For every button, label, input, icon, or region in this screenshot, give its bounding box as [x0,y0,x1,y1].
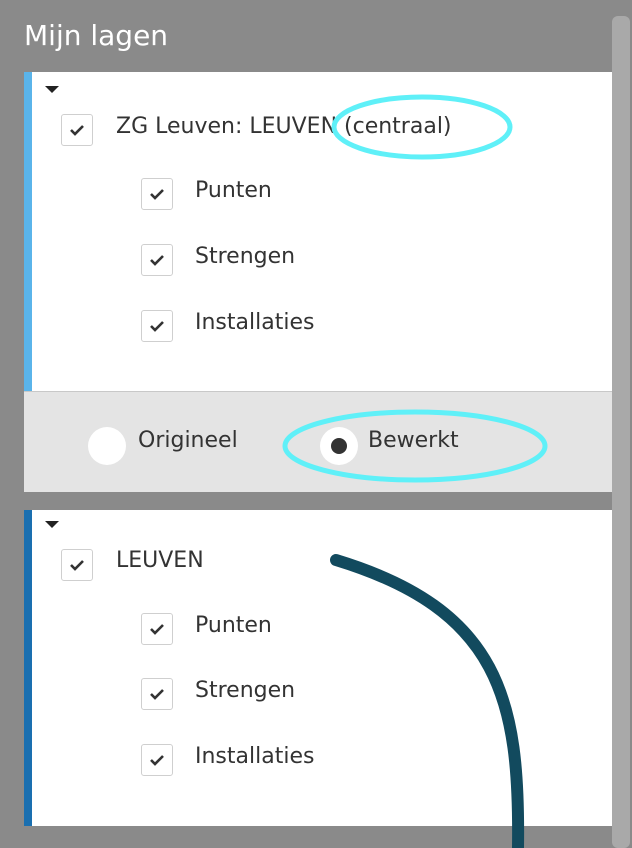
layer-checkbox[interactable] [61,114,93,146]
scrollbar[interactable] [612,16,630,848]
radio-label-bewerkt[interactable]: Bewerkt [368,428,459,453]
sublayer-label-strengen: Strengen [195,244,296,269]
layer-title: ZG Leuven: LEUVEN (centraal) [116,114,452,139]
layer-mode-bar: Origineel Bewerkt [24,391,612,492]
sublayer-checkbox-strengen[interactable] [141,678,173,710]
radio-origineel[interactable] [88,427,126,465]
sublayer-label-punten: Punten [195,178,272,203]
sublayer-label-installaties: Installaties [195,310,315,335]
sublayer-checkbox-strengen[interactable] [141,244,173,276]
sublayer-checkbox-punten[interactable] [141,613,173,645]
panel-title: Mijn lagen [24,19,169,52]
layer-checkbox[interactable] [61,549,93,581]
layer-accent-bar [24,510,32,826]
sublayer-label-strengen: Strengen [195,678,296,703]
sublayer-checkbox-punten[interactable] [141,178,173,210]
layer-group-1: ZG Leuven: LEUVEN (centraal) Punten Stre… [24,72,612,492]
panel-header: Mijn lagen [0,0,612,72]
layer-group-2: LEUVEN Punten Strengen Installaties [24,510,612,826]
radio-label-origineel[interactable]: Origineel [138,428,238,453]
collapse-caret-icon[interactable] [45,86,59,93]
sublayer-label-installaties: Installaties [195,744,315,769]
collapse-caret-icon[interactable] [45,521,59,528]
radio-bewerkt[interactable] [320,427,358,465]
sublayer-label-punten: Punten [195,613,272,638]
layer-title: LEUVEN [116,548,204,573]
sublayer-checkbox-installaties[interactable] [141,744,173,776]
sublayer-checkbox-installaties[interactable] [141,310,173,342]
